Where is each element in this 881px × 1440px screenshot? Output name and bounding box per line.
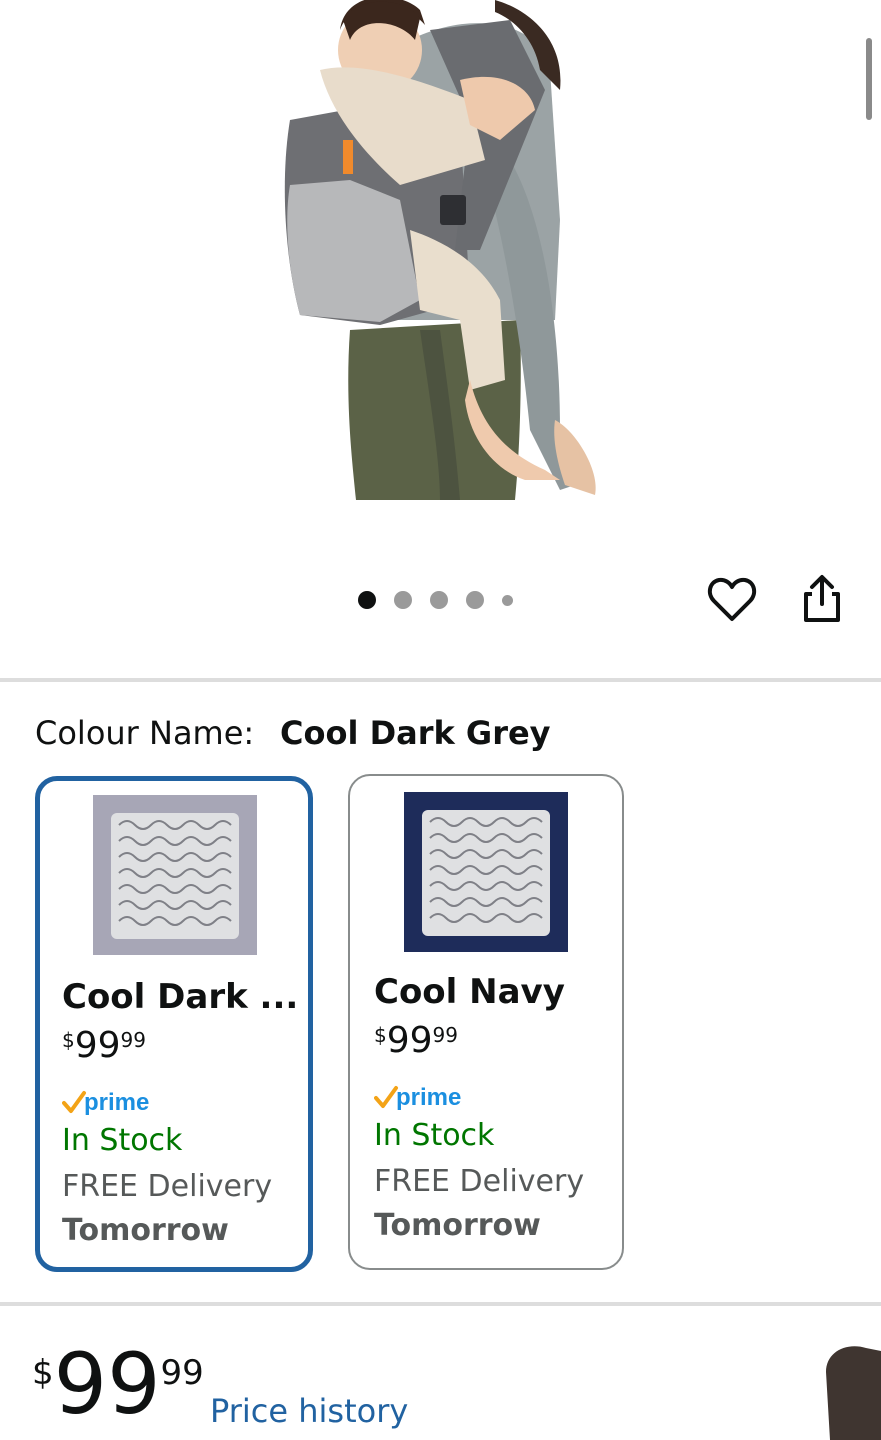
colour-swatch — [404, 792, 568, 952]
carousel-dot[interactable] — [430, 591, 448, 609]
product-image[interactable] — [0, 0, 881, 560]
delivery-day: Tomorrow — [62, 1213, 229, 1248]
option-name: Cool Navy — [374, 972, 565, 1012]
product-photo — [284, 0, 596, 500]
colour-option-cool-navy[interactable]: Cool Navy $9999 prime In Stock FREE Deli… — [348, 774, 624, 1270]
svg-text:prime: prime — [396, 1084, 461, 1111]
carousel-dot[interactable] — [502, 594, 513, 606]
carousel-dot[interactable] — [358, 591, 376, 609]
variation-selected-value: Cool Dark Grey — [280, 714, 551, 752]
carousel-dot[interactable] — [466, 591, 484, 609]
option-name: Cool Dark ... — [62, 977, 299, 1017]
prime-badge: prime — [62, 1089, 149, 1116]
delivery-info: FREE Delivery — [62, 1169, 273, 1204]
delivery-day: Tomorrow — [374, 1208, 541, 1243]
stock-status: In Stock — [374, 1118, 495, 1153]
wishlist-button[interactable] — [706, 574, 758, 626]
section-divider — [0, 1302, 881, 1306]
scrollbar[interactable] — [866, 38, 872, 120]
image-carousel-dots[interactable] — [358, 590, 513, 610]
prime-badge: prime — [374, 1084, 461, 1111]
carousel-dot[interactable] — [394, 591, 412, 609]
svg-text:prime: prime — [84, 1089, 149, 1116]
share-button[interactable] — [798, 574, 846, 626]
share-icon — [804, 575, 840, 622]
price-history-link[interactable]: Price history — [210, 1392, 408, 1430]
stock-status: In Stock — [62, 1123, 183, 1158]
delivery-info: FREE Delivery — [374, 1164, 585, 1199]
option-price: $9999 — [62, 1025, 146, 1066]
section-divider — [0, 678, 881, 682]
heart-icon — [707, 577, 757, 621]
product-price: $9999 — [32, 1335, 204, 1433]
floating-thumbnail[interactable] — [826, 1342, 881, 1440]
colour-option-cool-dark-grey[interactable]: Cool Dark ... $9999 prime In Stock FREE … — [35, 776, 313, 1272]
option-price: $9999 — [374, 1020, 458, 1061]
colour-swatch — [93, 795, 257, 955]
variation-label: Colour Name: — [35, 714, 255, 752]
